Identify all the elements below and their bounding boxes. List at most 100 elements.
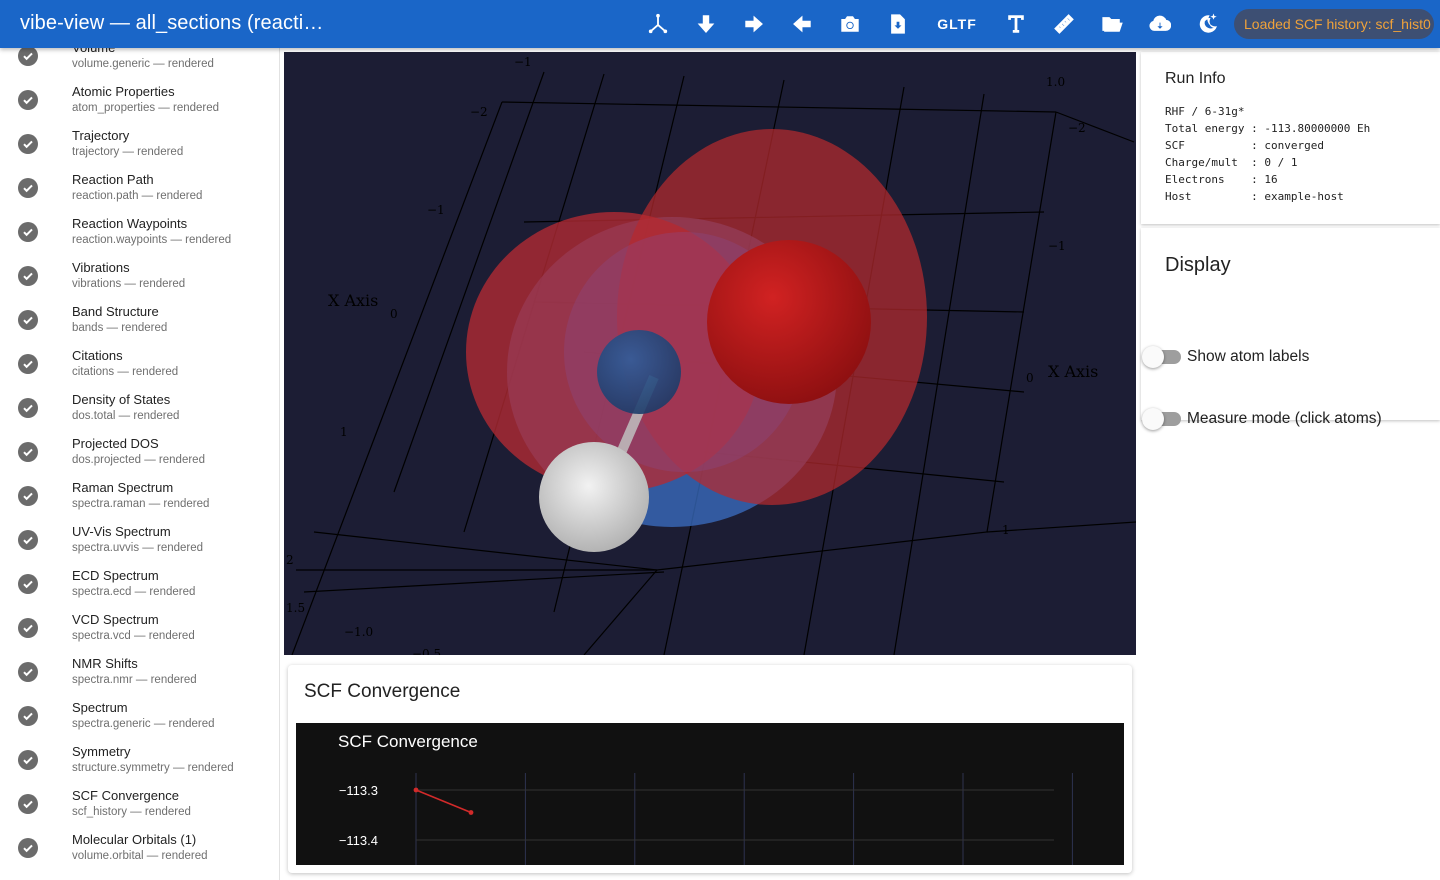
- section-item[interactable]: Symmetry structure.symmetry — rendered: [0, 744, 279, 788]
- section-label: UV-Vis Spectrum: [72, 524, 171, 539]
- check-circle-icon: [18, 48, 38, 66]
- section-item[interactable]: Molecular Orbitals (1) volume.orbital — r…: [0, 832, 279, 876]
- section-item[interactable]: Raman Spectrum spectra.raman — rendered: [0, 480, 279, 524]
- camera-icon: [841, 16, 859, 32]
- section-label: Raman Spectrum: [72, 480, 174, 495]
- viewer-scene: X Axis X Axis −1 −2 −1 0 1 2 1.5 −1.0 −0…: [286, 55, 1136, 655]
- hydrogen-atom: [539, 442, 649, 552]
- run-info-title: Run Info: [1165, 70, 1226, 87]
- section-item[interactable]: UV-Vis Spectrum spectra.uvvis — rendered: [0, 524, 279, 568]
- tick-label: 1.5: [286, 601, 305, 615]
- tick-label: −2: [1068, 121, 1086, 135]
- run-info-text: RHF / 6-31g* Total energy : -113.8000000…: [1165, 105, 1371, 203]
- check-circle-icon: [18, 530, 38, 550]
- section-sublabel: bands — rendered: [72, 322, 168, 334]
- section-label: SCF Convergence: [72, 788, 179, 803]
- measure-mode-toggle[interactable]: Measure mode (click atoms): [1141, 404, 1440, 434]
- check-circle-icon: [18, 90, 38, 110]
- section-label: Volume: [72, 48, 115, 55]
- section-sublabel: structure.symmetry — rendered: [72, 762, 234, 774]
- check-circle-icon: [18, 662, 38, 682]
- arrow-left-icon: [793, 15, 811, 33]
- tick-label: 1.0: [1046, 75, 1065, 89]
- oxygen-atom: [707, 240, 871, 404]
- section-item[interactable]: ECD Spectrum spectra.ecd — rendered: [0, 568, 279, 612]
- tick-label: −2: [470, 105, 488, 119]
- section-item[interactable]: Spectrum spectra.generic — rendered: [0, 700, 279, 744]
- export-file-button[interactable]: [876, 0, 920, 48]
- show-atom-labels-toggle[interactable]: Show atom labels: [1141, 342, 1440, 372]
- section-label: Vibrations: [72, 260, 130, 275]
- carbon-atom: [597, 330, 681, 414]
- view-down-button[interactable]: [684, 0, 728, 48]
- section-sublabel: spectra.raman — rendered: [72, 498, 210, 510]
- tick-label: 1: [1002, 523, 1010, 537]
- check-circle-icon: [18, 398, 38, 418]
- section-item[interactable]: Projected DOS dos.projected — rendered: [0, 436, 279, 480]
- check-circle-icon: [18, 310, 38, 330]
- view-right-button[interactable]: [732, 0, 776, 48]
- section-label: VCD Spectrum: [72, 612, 159, 627]
- tick-label: −1: [1048, 239, 1066, 253]
- plot-title: SCF Convergence: [338, 732, 478, 751]
- check-circle-icon: [18, 618, 38, 638]
- section-item[interactable]: NMR Shifts spectra.nmr — rendered: [0, 656, 279, 700]
- section-label: Trajectory: [72, 128, 130, 143]
- section-label: Density of States: [72, 392, 171, 407]
- scf-plot[interactable]: SCF Convergence −113.3 −113.4: [296, 723, 1124, 865]
- check-circle-icon: [18, 222, 38, 242]
- theme-toggle-button[interactable]: [1186, 0, 1230, 48]
- scf-convergence-card: SCF Convergence SCF Convergence −113.3 −1…: [288, 665, 1132, 873]
- open-folder-button[interactable]: [1090, 0, 1134, 48]
- switch-knob: [1142, 346, 1164, 368]
- sections-sidebar: Volume volume.generic — rendered Atomic Pr…: [0, 48, 280, 880]
- axes-icon: [648, 13, 668, 34]
- data-point[interactable]: [468, 810, 474, 815]
- arrow-right-icon: [745, 15, 763, 33]
- view-left-button[interactable]: [780, 0, 824, 48]
- check-circle-icon: [18, 574, 38, 594]
- section-item[interactable]: VCD Spectrum spectra.vcd — rendered: [0, 612, 279, 656]
- tick-label: −1: [514, 55, 532, 69]
- section-list: Volume volume.generic — rendered Atomic Pr…: [0, 48, 279, 876]
- tick-label: −0.5: [412, 647, 441, 655]
- y-tick-label: −113.3: [339, 783, 378, 798]
- section-item[interactable]: Density of States dos.total — rendered: [0, 392, 279, 436]
- section-sublabel: spectra.vcd — rendered: [72, 630, 195, 642]
- reset-axes-button[interactable]: [636, 0, 680, 48]
- section-label: ECD Spectrum: [72, 568, 159, 583]
- text-button[interactable]: [994, 0, 1038, 48]
- tick-label: 2: [286, 553, 294, 567]
- section-sublabel: spectra.ecd — rendered: [72, 586, 196, 598]
- tick-label: 0: [1026, 371, 1034, 385]
- tick-label: −1.0: [344, 625, 373, 639]
- section-item[interactable]: Vibrations vibrations — rendered: [0, 260, 279, 304]
- section-item[interactable]: Band Structure bands — rendered: [0, 304, 279, 348]
- section-item[interactable]: Citations citations — rendered: [0, 348, 279, 392]
- screenshot-button[interactable]: [828, 0, 872, 48]
- section-item[interactable]: Trajectory trajectory — rendered: [0, 128, 279, 172]
- axis-title-left: X Axis: [328, 291, 378, 310]
- section-sublabel: atom_properties — rendered: [72, 102, 220, 114]
- section-item[interactable]: Reaction Path reaction.path — rendered: [0, 172, 279, 216]
- toggle-label: Show atom labels: [1187, 348, 1310, 365]
- section-item[interactable]: Reaction Waypoints reaction.waypoints — r…: [0, 216, 279, 260]
- section-item[interactable]: Volume volume.generic — rendered: [0, 48, 279, 84]
- measure-button[interactable]: [1042, 0, 1086, 48]
- app-title: vibe-view — all_sections (reaction path): [20, 12, 325, 34]
- text-icon: [1008, 15, 1024, 33]
- cloud-download-button[interactable]: [1138, 0, 1182, 48]
- section-item[interactable]: Atomic Properties atom_properties — rende…: [0, 84, 279, 128]
- section-item[interactable]: SCF Convergence scf_history — rendered: [0, 788, 279, 832]
- gltf-button[interactable]: GLTF: [932, 0, 982, 48]
- check-circle-icon: [18, 178, 38, 198]
- app-bar: vibe-view — all_sections (reaction path)…: [0, 0, 1440, 48]
- molecule-viewer[interactable]: X Axis X Axis −1 −2 −1 0 1 2 1.5 −1.0 −0…: [284, 52, 1136, 655]
- tick-label: −1: [427, 203, 445, 217]
- section-label: Spectrum: [72, 700, 128, 715]
- data-point[interactable]: [413, 787, 419, 793]
- display-title: Display: [1165, 254, 1231, 276]
- card-title: SCF Convergence: [304, 681, 461, 702]
- file-export-icon: [891, 14, 905, 34]
- cloud-download-icon: [1149, 15, 1171, 31]
